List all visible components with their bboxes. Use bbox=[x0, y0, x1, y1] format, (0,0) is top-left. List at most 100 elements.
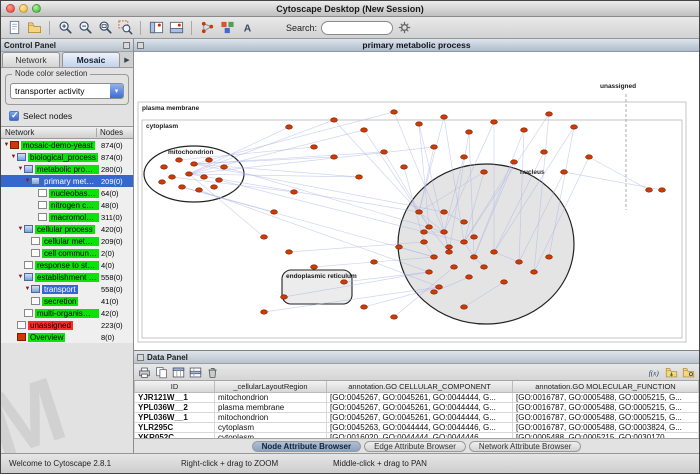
select-attributes-icon[interactable] bbox=[171, 365, 186, 380]
graph-node[interactable] bbox=[341, 280, 348, 284]
graph-node[interactable] bbox=[271, 210, 278, 214]
new-session-icon[interactable] bbox=[5, 19, 23, 37]
tree-row[interactable]: ▼primary metab...209(0) bbox=[1, 175, 133, 187]
network-manager-icon[interactable] bbox=[198, 19, 216, 37]
graph-node[interactable] bbox=[196, 188, 203, 192]
import-attributes-icon[interactable] bbox=[664, 365, 679, 380]
column-header[interactable]: ID bbox=[135, 381, 215, 392]
graph-node[interactable] bbox=[421, 240, 428, 244]
delete-attribute-icon[interactable] bbox=[205, 365, 220, 380]
tree-row[interactable]: secretion41(0) bbox=[1, 295, 133, 307]
graph-node[interactable] bbox=[431, 290, 438, 294]
tree-expander-icon[interactable]: ▼ bbox=[17, 166, 24, 172]
table-row[interactable]: YPL036W__1mitochondrion[GO:0045267, GO:0… bbox=[135, 412, 699, 422]
graph-node[interactable] bbox=[381, 150, 388, 154]
graph-node[interactable] bbox=[491, 250, 498, 254]
graph-node[interactable] bbox=[571, 125, 578, 129]
tree-expander-icon[interactable]: ▼ bbox=[24, 286, 31, 292]
graph-node[interactable] bbox=[521, 128, 528, 132]
annotations-icon[interactable]: A bbox=[238, 19, 256, 37]
open-file-icon[interactable] bbox=[25, 19, 43, 37]
table-cell[interactable]: YPL036W__1 bbox=[135, 412, 215, 422]
tree-row[interactable]: cell communica...2(0) bbox=[1, 247, 133, 259]
table-cell[interactable]: YJR121W__1 bbox=[135, 392, 215, 402]
graph-node[interactable] bbox=[361, 128, 368, 132]
zoom-in-icon[interactable] bbox=[56, 19, 74, 37]
graph-node[interactable] bbox=[286, 250, 293, 254]
graph-node[interactable] bbox=[516, 260, 523, 264]
tree-expander-icon[interactable]: ▼ bbox=[3, 142, 10, 148]
graph-node[interactable] bbox=[159, 180, 166, 184]
graph-node[interactable] bbox=[426, 225, 433, 229]
graph-node[interactable] bbox=[431, 145, 438, 149]
graph-node[interactable] bbox=[446, 245, 453, 249]
graph-node[interactable] bbox=[461, 240, 468, 244]
select-rows-icon[interactable] bbox=[188, 365, 203, 380]
graph-node[interactable] bbox=[206, 158, 213, 162]
graph-node[interactable] bbox=[179, 185, 186, 189]
table-cell[interactable]: [GO:0045267, GO:0045261, GO:0044444, G..… bbox=[327, 402, 513, 412]
graph-node[interactable] bbox=[646, 188, 653, 192]
tree-row[interactable]: ▼cellular process420(0) bbox=[1, 223, 133, 235]
graph-node[interactable] bbox=[186, 172, 193, 176]
graph-node[interactable] bbox=[431, 255, 438, 259]
graph-node[interactable] bbox=[481, 170, 488, 174]
graph-node[interactable] bbox=[311, 265, 318, 269]
network-canvas[interactable]: plasma membranecytoplasmmitochondrionnuc… bbox=[134, 52, 699, 350]
tree-row[interactable]: Overview8(0) bbox=[1, 331, 133, 343]
tree-row[interactable]: ▼establishment of l...558(0) bbox=[1, 271, 133, 283]
graph-node[interactable] bbox=[491, 120, 498, 124]
graph-node[interactable] bbox=[466, 130, 473, 134]
graph-node[interactable] bbox=[331, 118, 338, 122]
graph-node[interactable] bbox=[416, 122, 423, 126]
graph-node[interactable] bbox=[461, 305, 468, 309]
tree-row[interactable]: unassigned223(0) bbox=[1, 319, 133, 331]
graph-node[interactable] bbox=[391, 315, 398, 319]
table-row[interactable]: YKR052Ccytoplasm[GO:0016020, GO:0044444,… bbox=[135, 432, 699, 439]
graph-node[interactable] bbox=[396, 245, 403, 249]
table-cell[interactable]: mitochondrion bbox=[215, 412, 327, 422]
open-attributes-icon[interactable] bbox=[681, 365, 696, 380]
vizmapper-icon[interactable] bbox=[218, 19, 236, 37]
graph-node[interactable] bbox=[261, 235, 268, 239]
graph-node[interactable] bbox=[416, 210, 423, 214]
table-cell[interactable]: YKR052C bbox=[135, 432, 215, 439]
graph-node[interactable] bbox=[546, 112, 553, 116]
table-cell[interactable]: [GO:0016020, GO:0044444, GO:0044446, ... bbox=[327, 432, 513, 439]
select-nodes-checkbox[interactable] bbox=[9, 111, 19, 121]
zoom-fit-icon[interactable] bbox=[96, 19, 114, 37]
table-cell[interactable]: [GO:0005488, GO:0005215, GO:0030170, ... bbox=[513, 432, 699, 439]
zoom-out-icon[interactable] bbox=[76, 19, 94, 37]
graph-node[interactable] bbox=[281, 295, 288, 299]
toggle-control-panel-icon[interactable] bbox=[147, 19, 165, 37]
graph-node[interactable] bbox=[356, 175, 363, 179]
graph-node[interactable] bbox=[331, 155, 338, 159]
graph-node[interactable] bbox=[176, 158, 183, 162]
graph-node[interactable] bbox=[561, 170, 568, 174]
print-icon[interactable] bbox=[137, 365, 152, 380]
tree-row[interactable]: ▼biological_process874(0) bbox=[1, 151, 133, 163]
table-cell[interactable]: [GO:0016787, GO:0005488, GO:0005215, G..… bbox=[513, 392, 699, 402]
graph-node[interactable] bbox=[659, 188, 666, 192]
graph-node[interactable] bbox=[461, 220, 468, 224]
graph-node[interactable] bbox=[221, 165, 228, 169]
graph-node[interactable] bbox=[426, 270, 433, 274]
graph-node[interactable] bbox=[436, 285, 443, 289]
graph-node[interactable] bbox=[531, 270, 538, 274]
graph-node[interactable] bbox=[211, 185, 218, 189]
graph-node[interactable] bbox=[191, 162, 198, 166]
table-cell[interactable]: [GO:0045267, GO:0045261, GO:0044444, G..… bbox=[327, 412, 513, 422]
formula-builder-icon[interactable]: f(x) bbox=[647, 365, 662, 380]
table-row[interactable]: YLR295Ccytoplasm[GO:0045263, GO:0044444,… bbox=[135, 422, 699, 432]
tree-row[interactable]: nitrogen compo...48(0) bbox=[1, 199, 133, 211]
graph-node[interactable] bbox=[466, 275, 473, 279]
graph-node[interactable] bbox=[169, 175, 176, 179]
graph-node[interactable] bbox=[161, 165, 168, 169]
graph-node[interactable] bbox=[311, 145, 318, 149]
graph-node[interactable] bbox=[511, 160, 518, 164]
tree-expander-icon[interactable]: ▼ bbox=[24, 178, 31, 184]
graph-node[interactable] bbox=[451, 265, 458, 269]
graph-node[interactable] bbox=[441, 210, 448, 214]
graph-node[interactable] bbox=[471, 235, 478, 239]
graph-node[interactable] bbox=[401, 165, 408, 169]
